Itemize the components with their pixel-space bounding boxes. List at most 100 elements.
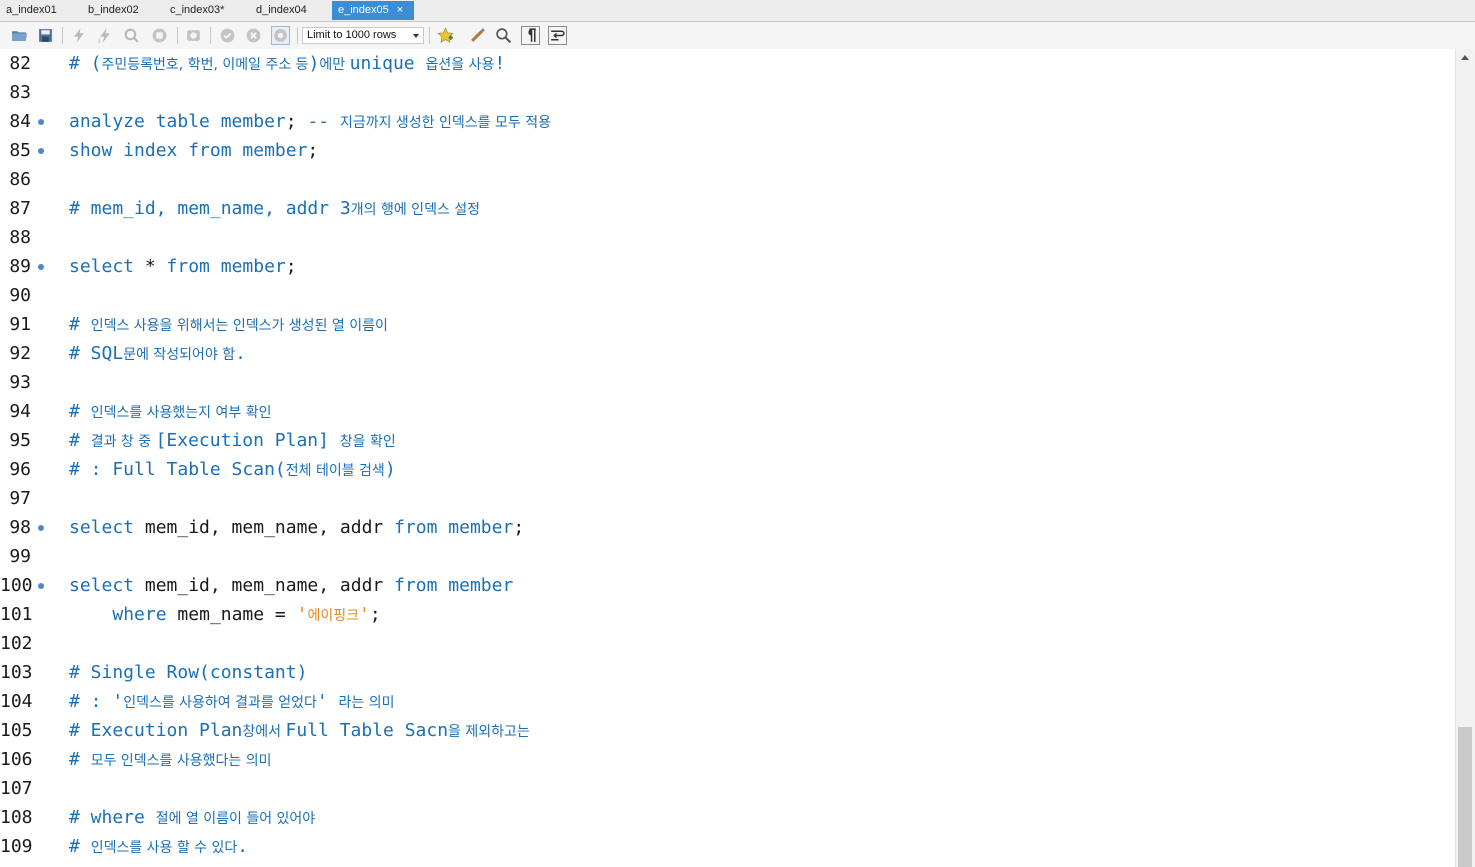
code-token: ; xyxy=(307,140,319,161)
editor-line[interactable]: 85 show index from member; xyxy=(0,136,1455,165)
line-number: 102 xyxy=(0,633,33,654)
editor-line[interactable]: 107 xyxy=(0,774,1455,803)
autocommit-icon[interactable] xyxy=(271,26,290,45)
code-text: # where 절에 열 이름이 들어 있어야 xyxy=(69,803,315,834)
editor-line[interactable]: 97 xyxy=(0,484,1455,513)
editor-line[interactable]: 93 xyxy=(0,368,1455,397)
editor-line[interactable]: 109 # 인덱스를 사용 할 수 있다. xyxy=(0,832,1455,861)
code-text: # Single Row(constant) xyxy=(69,658,307,687)
editor-line[interactable]: 102 xyxy=(0,629,1455,658)
editor-line[interactable]: 106 # 모두 인덱스를 사용했다는 의미 xyxy=(0,745,1455,774)
code-token: # SQL xyxy=(69,343,124,364)
tab-d-index04[interactable]: d_index04 xyxy=(250,1,313,20)
line-number: 83 xyxy=(9,82,31,103)
code-token: # : Full Table Scan( xyxy=(69,459,286,480)
code-token: [Execution Plan] xyxy=(155,430,340,451)
scrollbar-thumb[interactable] xyxy=(1458,727,1472,867)
sql-editor[interactable]: 82 # (주민등록번호, 학번, 이메일 주소 등)에만 unique 옵션을 … xyxy=(0,49,1455,867)
code-text: select mem_id, mem_name, addr from membe… xyxy=(69,513,524,542)
tab-label: d_index04 xyxy=(256,4,307,16)
code-text: # 모두 인덱스를 사용했다는 의미 xyxy=(69,745,271,776)
code-token: analyze table member xyxy=(69,111,286,132)
toggle-continue-icon[interactable] xyxy=(184,26,203,45)
find-icon[interactable] xyxy=(494,26,513,45)
code-token: 옵션을 사용 xyxy=(425,57,495,73)
commit-icon[interactable] xyxy=(218,26,237,45)
code-token: ; xyxy=(513,517,525,538)
editor-line[interactable]: 84 analyze table member; -- 지금까지 생성한 인덱스를… xyxy=(0,107,1455,136)
code-token: select xyxy=(69,575,145,596)
statement-marker-icon xyxy=(38,148,44,154)
editor-line[interactable]: 88 xyxy=(0,223,1455,252)
code-text: # Execution Plan창에서 Full Table Sacn을 제외하… xyxy=(69,716,530,747)
editor-line[interactable]: 91 # 인덱스 사용을 위해서는 인덱스가 생성된 열 이름이 xyxy=(0,310,1455,339)
scroll-up-icon[interactable] xyxy=(1461,55,1469,60)
editor-line[interactable]: 83 xyxy=(0,78,1455,107)
editor-line[interactable]: 92 # SQL문에 작성되어야 함. xyxy=(0,339,1455,368)
close-icon[interactable]: × xyxy=(397,4,403,16)
rollback-icon[interactable] xyxy=(244,26,263,45)
open-folder-icon[interactable] xyxy=(10,26,29,45)
code-token: ' xyxy=(358,604,370,625)
limit-rows-value: Limit to 1000 rows xyxy=(307,29,397,41)
code-token: ; xyxy=(285,111,308,132)
line-number: 106 xyxy=(0,749,33,770)
wrap-icon[interactable] xyxy=(548,26,567,45)
tab-a-index01[interactable]: a_index01 xyxy=(0,1,63,20)
editor-line[interactable]: 86 xyxy=(0,165,1455,194)
code-token: 창을 확인 xyxy=(339,434,396,450)
code-token: ! xyxy=(494,53,506,74)
tab-b-index02[interactable]: b_index02 xyxy=(82,1,145,20)
invisible-chars-icon[interactable] xyxy=(521,26,540,45)
chevron-down-icon xyxy=(413,34,419,38)
line-number: 100 xyxy=(0,575,33,596)
execute-icon[interactable] xyxy=(70,26,89,45)
toolbar-separator xyxy=(177,27,178,44)
editor-line[interactable]: 103 # Single Row(constant) xyxy=(0,658,1455,687)
statement-marker-icon xyxy=(38,264,44,270)
add-snippet-icon[interactable] xyxy=(436,26,455,45)
explain-icon[interactable] xyxy=(122,26,141,45)
tab-label: e_index05 xyxy=(338,4,389,16)
editor-line[interactable]: 82 # (주민등록번호, 학번, 이메일 주소 등)에만 unique 옵션을 … xyxy=(0,49,1455,78)
line-number: 82 xyxy=(9,53,31,74)
beautify-icon[interactable] xyxy=(468,26,487,45)
line-number: 101 xyxy=(0,604,33,625)
code-token: ) xyxy=(308,53,320,74)
editor-line[interactable]: 104 # : '인덱스를 사용하여 결과를 얻었다' 라는 의미 xyxy=(0,687,1455,716)
toolbar-separator xyxy=(210,27,211,44)
code-text: # 인덱스 사용을 위해서는 인덱스가 생성된 열 이름이 xyxy=(69,310,388,341)
editor-line[interactable]: 87 # mem_id, mem_name, addr 3개의 행에 인덱스 설정 xyxy=(0,194,1455,223)
save-icon[interactable] xyxy=(36,26,55,45)
code-token: mem_id, mem_name, addr xyxy=(144,517,395,538)
editor-line[interactable]: 108 # where 절에 열 이름이 들어 있어야 xyxy=(0,803,1455,832)
line-number: 95 xyxy=(9,430,31,451)
code-token: # where xyxy=(69,807,156,828)
editor-line[interactable]: 99 xyxy=(0,542,1455,571)
stop-icon[interactable] xyxy=(150,26,169,45)
limit-rows-select[interactable]: Limit to 1000 rows xyxy=(302,27,424,44)
editor-line[interactable]: 95 # 결과 창 중 [Execution Plan] 창을 확인 xyxy=(0,426,1455,455)
code-token: ; xyxy=(369,604,381,625)
line-number: 105 xyxy=(0,720,33,741)
code-token: from member xyxy=(394,575,514,596)
editor-line[interactable]: 98 select mem_id, mem_name, addr from mem… xyxy=(0,513,1455,542)
code-token: 문에 작성되어야 함 xyxy=(123,347,236,363)
line-number: 99 xyxy=(9,546,31,567)
code-text: # mem_id, mem_name, addr 3개의 행에 인덱스 설정 xyxy=(69,194,480,225)
editor-line[interactable]: 96 # : Full Table Scan(전체 테이블 검색) xyxy=(0,455,1455,484)
editor-line[interactable]: 100 select mem_id, mem_name, addr from me… xyxy=(0,571,1455,600)
editor-line[interactable]: 94 # 인덱스를 사용했는지 여부 확인 xyxy=(0,397,1455,426)
editor-line[interactable]: 89 select * from member; xyxy=(0,252,1455,281)
execute-current-icon[interactable]: I xyxy=(96,26,115,45)
tab-c-index03[interactable]: c_index03* xyxy=(164,1,230,20)
code-token: 을 제외하고는 xyxy=(448,724,530,740)
line-number: 89 xyxy=(9,256,31,277)
editor-line[interactable]: 105 # Execution Plan창에서 Full Table Sacn을 … xyxy=(0,716,1455,745)
tab-bar: a_index01 b_index02 c_index03* d_index04… xyxy=(0,0,1475,22)
editor-line[interactable]: 90 xyxy=(0,281,1455,310)
editor-line[interactable]: 101 where mem_name = '에이핑크'; xyxy=(0,600,1455,629)
vertical-scrollbar[interactable] xyxy=(1455,49,1475,867)
tab-e-index05[interactable]: e_index05 × xyxy=(332,1,414,20)
